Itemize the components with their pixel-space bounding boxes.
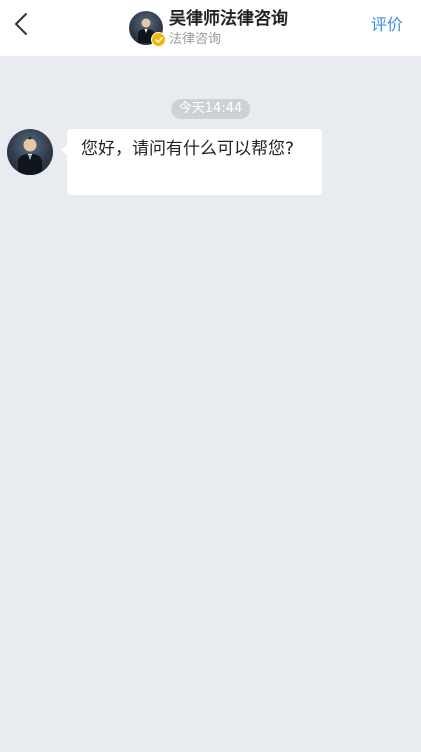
page-title: 吴律师法律咨询 [169, 8, 288, 29]
message-text: 您好，请问有什么可以帮您? [81, 139, 295, 159]
chat-header: 吴律师法律咨询 法律咨询 评价 [0, 0, 421, 56]
message-bubble[interactable]: 您好，请问有什么可以帮您? [67, 129, 322, 195]
back-button[interactable] [6, 8, 36, 44]
rate-button[interactable]: 评价 [371, 14, 403, 36]
timestamp-badge: 今天14:44 [170, 99, 251, 119]
check-badge-icon [151, 32, 166, 47]
chat-title-group[interactable]: 吴律师法律咨询 法律咨询 [129, 6, 288, 50]
chevron-left-icon [14, 12, 28, 40]
person-icon [17, 137, 43, 175]
title-texts: 吴律师法律咨询 法律咨询 [169, 9, 288, 48]
lawyer-avatar [129, 11, 166, 47]
message-avatar[interactable] [7, 129, 53, 175]
page-subtitle: 法律咨询 [169, 31, 222, 47]
